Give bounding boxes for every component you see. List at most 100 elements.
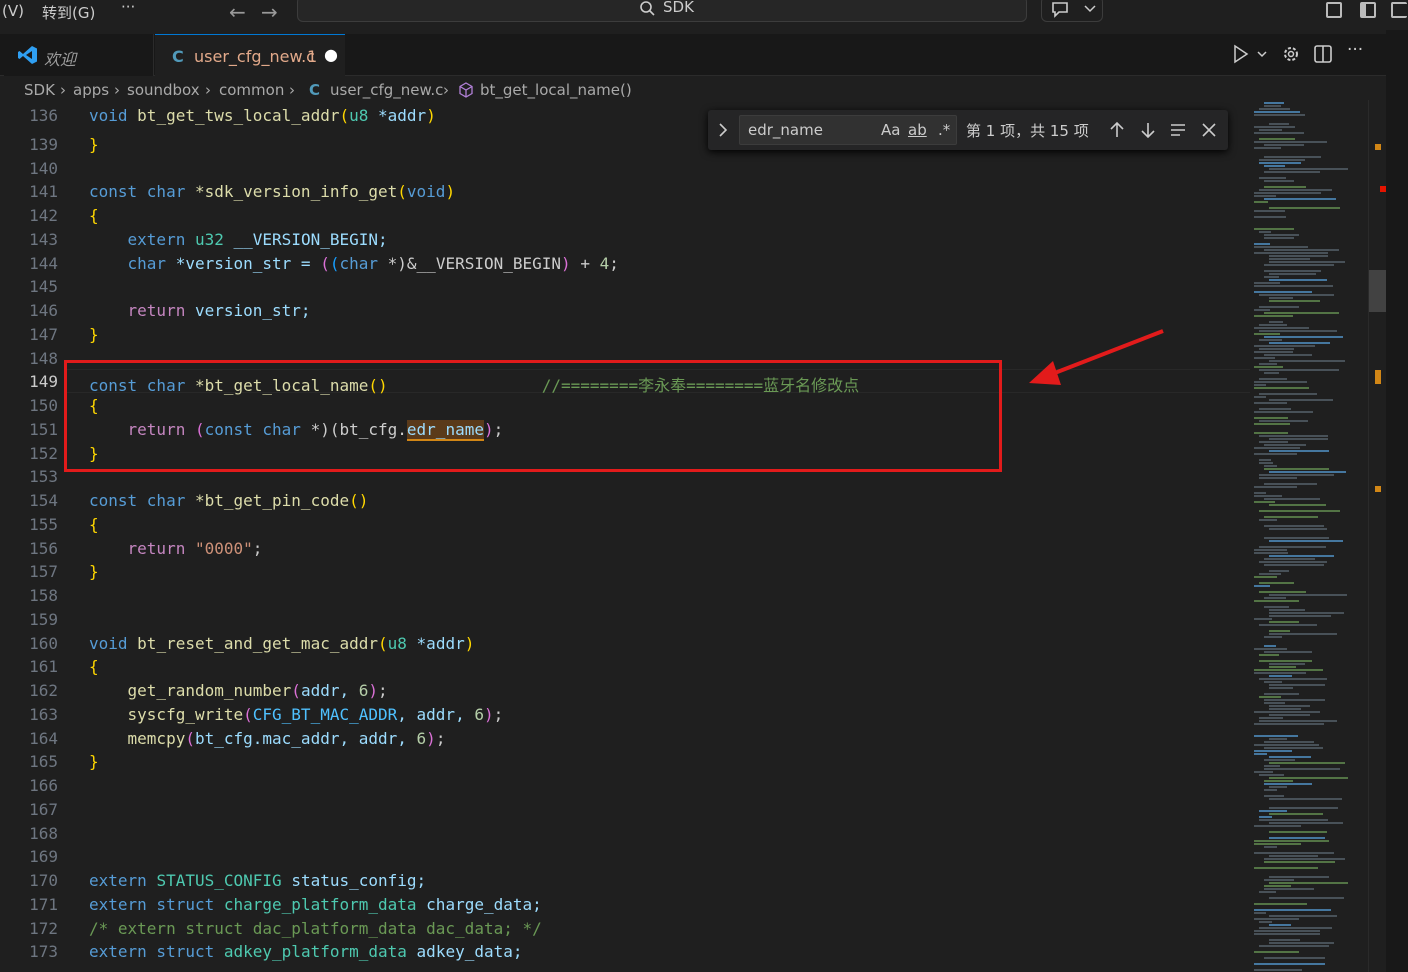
breadcrumb-symbol[interactable]: bt_get_local_name() [480,81,632,99]
gear-icon[interactable] [1281,44,1301,64]
minimap-line [1264,957,1325,959]
more-menu-icon[interactable]: ··· [121,0,135,16]
minimap-line [1269,570,1289,572]
tab-user-cfg-new[interactable]: C user_cfg_new.c 1 ● [155,34,345,76]
run-debug-icon[interactable] [1231,44,1251,64]
minimap-line [1254,402,1287,404]
minimap-line [1254,501,1275,503]
close-icon[interactable] [1202,123,1216,137]
line-number: 141 [29,182,58,201]
command-center-text: SDK [663,0,694,16]
minimap-line [1264,645,1276,647]
back-icon[interactable]: ← [229,0,246,24]
minimap-line [1254,771,1273,773]
minimap-line [1269,630,1290,632]
chevron-right-icon[interactable] [717,122,729,138]
c-file-icon: C [172,47,184,66]
minimap-line [1264,483,1317,485]
minimap-line [1264,693,1299,695]
minimap-line [1254,114,1305,116]
minimap-line [1259,339,1282,341]
minimap-line [1254,909,1331,911]
window-edge [1386,30,1408,972]
minimap-line [1259,678,1327,680]
line-number: 172 [29,919,58,938]
minimap-line [1269,528,1327,530]
line-number: 164 [29,729,58,748]
regex-toggle[interactable]: .* [938,121,950,139]
symbol-method-icon [459,82,473,98]
split-editor-icon[interactable] [1313,44,1333,64]
breadcrumb-sdk[interactable]: SDK [24,81,55,99]
unsaved-dot-icon[interactable]: ● [324,45,338,64]
forward-icon[interactable]: → [261,0,278,24]
more-actions-icon[interactable]: ··· [1347,40,1363,60]
chevron-right-icon: › [60,81,66,99]
minimap-line [1259,459,1271,461]
breadcrumb-apps[interactable]: apps [73,81,109,99]
breadcrumb-soundbox[interactable]: soundbox [127,81,200,99]
minimap-line [1254,417,1288,419]
line-number: 151 [29,420,58,439]
arrow-up-icon[interactable] [1109,121,1125,139]
minimap-line [1269,807,1338,809]
minimap-line [1254,912,1266,914]
vscode-logo-icon [18,46,37,64]
minimap-line [1264,465,1277,467]
minimap-line [1264,180,1294,182]
minimap-line [1259,294,1334,296]
minimap-line [1269,633,1337,635]
minimap-line [1269,663,1305,665]
minimap-line [1254,669,1323,671]
code-line-146: return version_str; [127,301,311,320]
minimap-line [1254,735,1298,737]
whole-word-toggle[interactable]: ab [908,121,927,139]
minimap-line [1259,624,1317,626]
menu-goto[interactable]: 转到(G) [42,2,95,23]
breadcrumb-common[interactable]: common [219,81,284,99]
minimap-line [1269,915,1337,917]
menu-view[interactable]: (V) [2,2,24,20]
minimap-line [1254,969,1302,971]
minimap-line [1269,837,1325,839]
minimap-line [1269,897,1344,899]
minimap-line [1269,708,1301,710]
code-line-139: } [89,135,99,154]
find-in-selection-icon[interactable] [1170,122,1186,138]
layout-grid-icon[interactable] [1326,2,1342,18]
minimap-line [1269,939,1300,941]
scroll-marker [1375,370,1381,384]
minimap-line [1254,366,1283,368]
minimap[interactable] [1250,100,1368,972]
vertical-scrollbar[interactable] [1368,100,1386,972]
copilot-button[interactable] [1041,0,1103,22]
scrollbar-thumb[interactable] [1369,270,1386,312]
toggle-panel-icon[interactable] [1391,2,1407,18]
tab-welcome[interactable]: 欢迎 [4,34,154,76]
minimap-line [1254,243,1270,245]
c-file-icon: C [309,81,321,99]
find-input[interactable]: edr_name Aa ab .* [739,115,957,145]
toggle-sidebar-icon[interactable] [1360,2,1376,18]
match-case-toggle[interactable]: Aa [881,121,900,139]
minimap-line [1254,750,1292,752]
minimap-line [1269,786,1287,788]
minimap-line [1259,945,1329,947]
arrow-down-icon[interactable] [1140,121,1156,139]
minimap-line [1254,252,1328,254]
minimap-line [1254,411,1313,413]
problem-count-badge: 1 [307,47,318,66]
line-number: 163 [29,705,58,724]
minimap-line [1259,435,1328,437]
command-center[interactable]: SDK [297,0,1027,22]
minimap-line [1269,360,1345,362]
minimap-line [1254,141,1327,143]
minimap-line [1259,369,1339,371]
minimap-line [1264,264,1334,266]
minimap-line [1254,195,1276,197]
chevron-down-icon[interactable] [1257,51,1267,59]
breadcrumb-file[interactable]: user_cfg_new.c [330,81,443,99]
minimap-line [1269,615,1331,617]
minimap-line [1259,573,1281,575]
minimap-line [1269,609,1305,611]
